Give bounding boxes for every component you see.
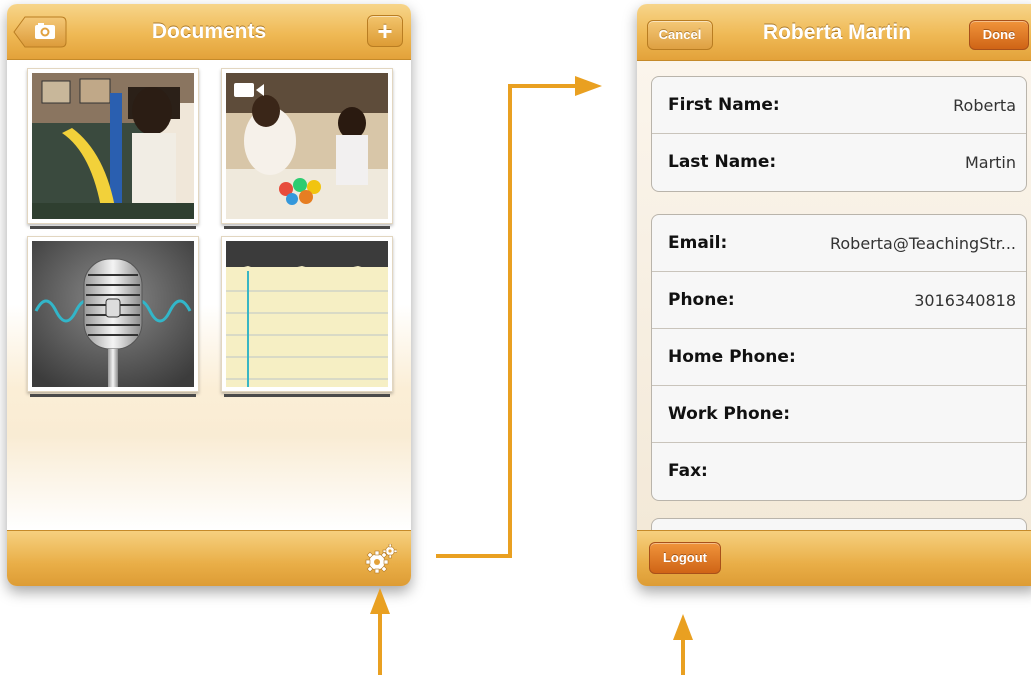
note-thumbnail[interactable]: [221, 236, 393, 397]
photo-thumbnail[interactable]: [27, 68, 199, 229]
phone-field[interactable]: 3016340818: [914, 272, 1016, 329]
email-field[interactable]: Roberta@TeachingStr...: [830, 215, 1016, 272]
bottom-toolbar: Logout: [637, 530, 1031, 586]
field-label: Last Name:: [668, 152, 777, 172]
navigation-bar: Documents +: [7, 4, 411, 60]
navigation-bar: Cancel Roberta Martin Done: [637, 4, 1031, 61]
bottom-toolbar: [7, 530, 411, 586]
first-name-row[interactable]: First Name: Roberta: [652, 77, 1026, 134]
arrowhead-right-icon: [575, 76, 602, 96]
documents-screen: Documents +: [7, 4, 411, 586]
tutorial-stage: Documents + Cancel Roberta Martin Done F…: [0, 0, 1031, 675]
video-thumbnail[interactable]: [221, 68, 393, 229]
email-row[interactable]: Email: Roberta@TeachingStr...: [652, 215, 1026, 272]
field-label: Phone:: [668, 290, 735, 310]
name-group: First Name: Roberta Last Name: Martin: [651, 76, 1027, 192]
microphone-icon: [32, 241, 194, 387]
page-title: Roberta Martin: [762, 21, 912, 44]
field-label: Work Phone:: [668, 404, 791, 424]
done-button[interactable]: Done: [969, 20, 1029, 50]
video-camera-icon: [234, 83, 264, 97]
field-label: Fax:: [668, 461, 708, 481]
field-label: Email:: [668, 233, 728, 253]
arrowhead-up-icon: [673, 614, 693, 640]
add-document-button[interactable]: +: [367, 15, 403, 47]
work-phone-row[interactable]: Work Phone:: [652, 386, 1026, 443]
contact-edit-screen: Cancel Roberta Martin Done First Name: R…: [637, 4, 1031, 586]
contact-group: Email: Roberta@TeachingStr... Phone: 301…: [651, 214, 1027, 501]
arrowhead-up-icon: [370, 588, 390, 614]
notepad-icon: [226, 241, 388, 387]
connector-arrow: [436, 84, 575, 558]
last-name-row[interactable]: Last Name: Martin: [652, 134, 1026, 191]
first-name-field[interactable]: Roberta: [953, 77, 1016, 134]
logout-button[interactable]: Logout: [649, 542, 721, 574]
field-label: Home Phone:: [668, 347, 796, 367]
cancel-button[interactable]: Cancel: [647, 20, 713, 50]
documents-grid: [7, 60, 411, 530]
contact-form: First Name: Roberta Last Name: Martin Em…: [637, 61, 1031, 530]
home-phone-row[interactable]: Home Phone:: [652, 329, 1026, 386]
phone-row[interactable]: Phone: 3016340818: [652, 272, 1026, 329]
photo-icon: [32, 73, 194, 219]
gears-icon[interactable]: [365, 543, 398, 574]
additional-group: [651, 518, 1027, 530]
field-label: First Name:: [668, 95, 780, 115]
plus-icon: +: [377, 16, 393, 46]
fax-row[interactable]: Fax:: [652, 443, 1026, 500]
audio-thumbnail[interactable]: [27, 236, 199, 397]
page-title: Documents: [151, 20, 267, 43]
last-name-field[interactable]: Martin: [965, 134, 1016, 191]
